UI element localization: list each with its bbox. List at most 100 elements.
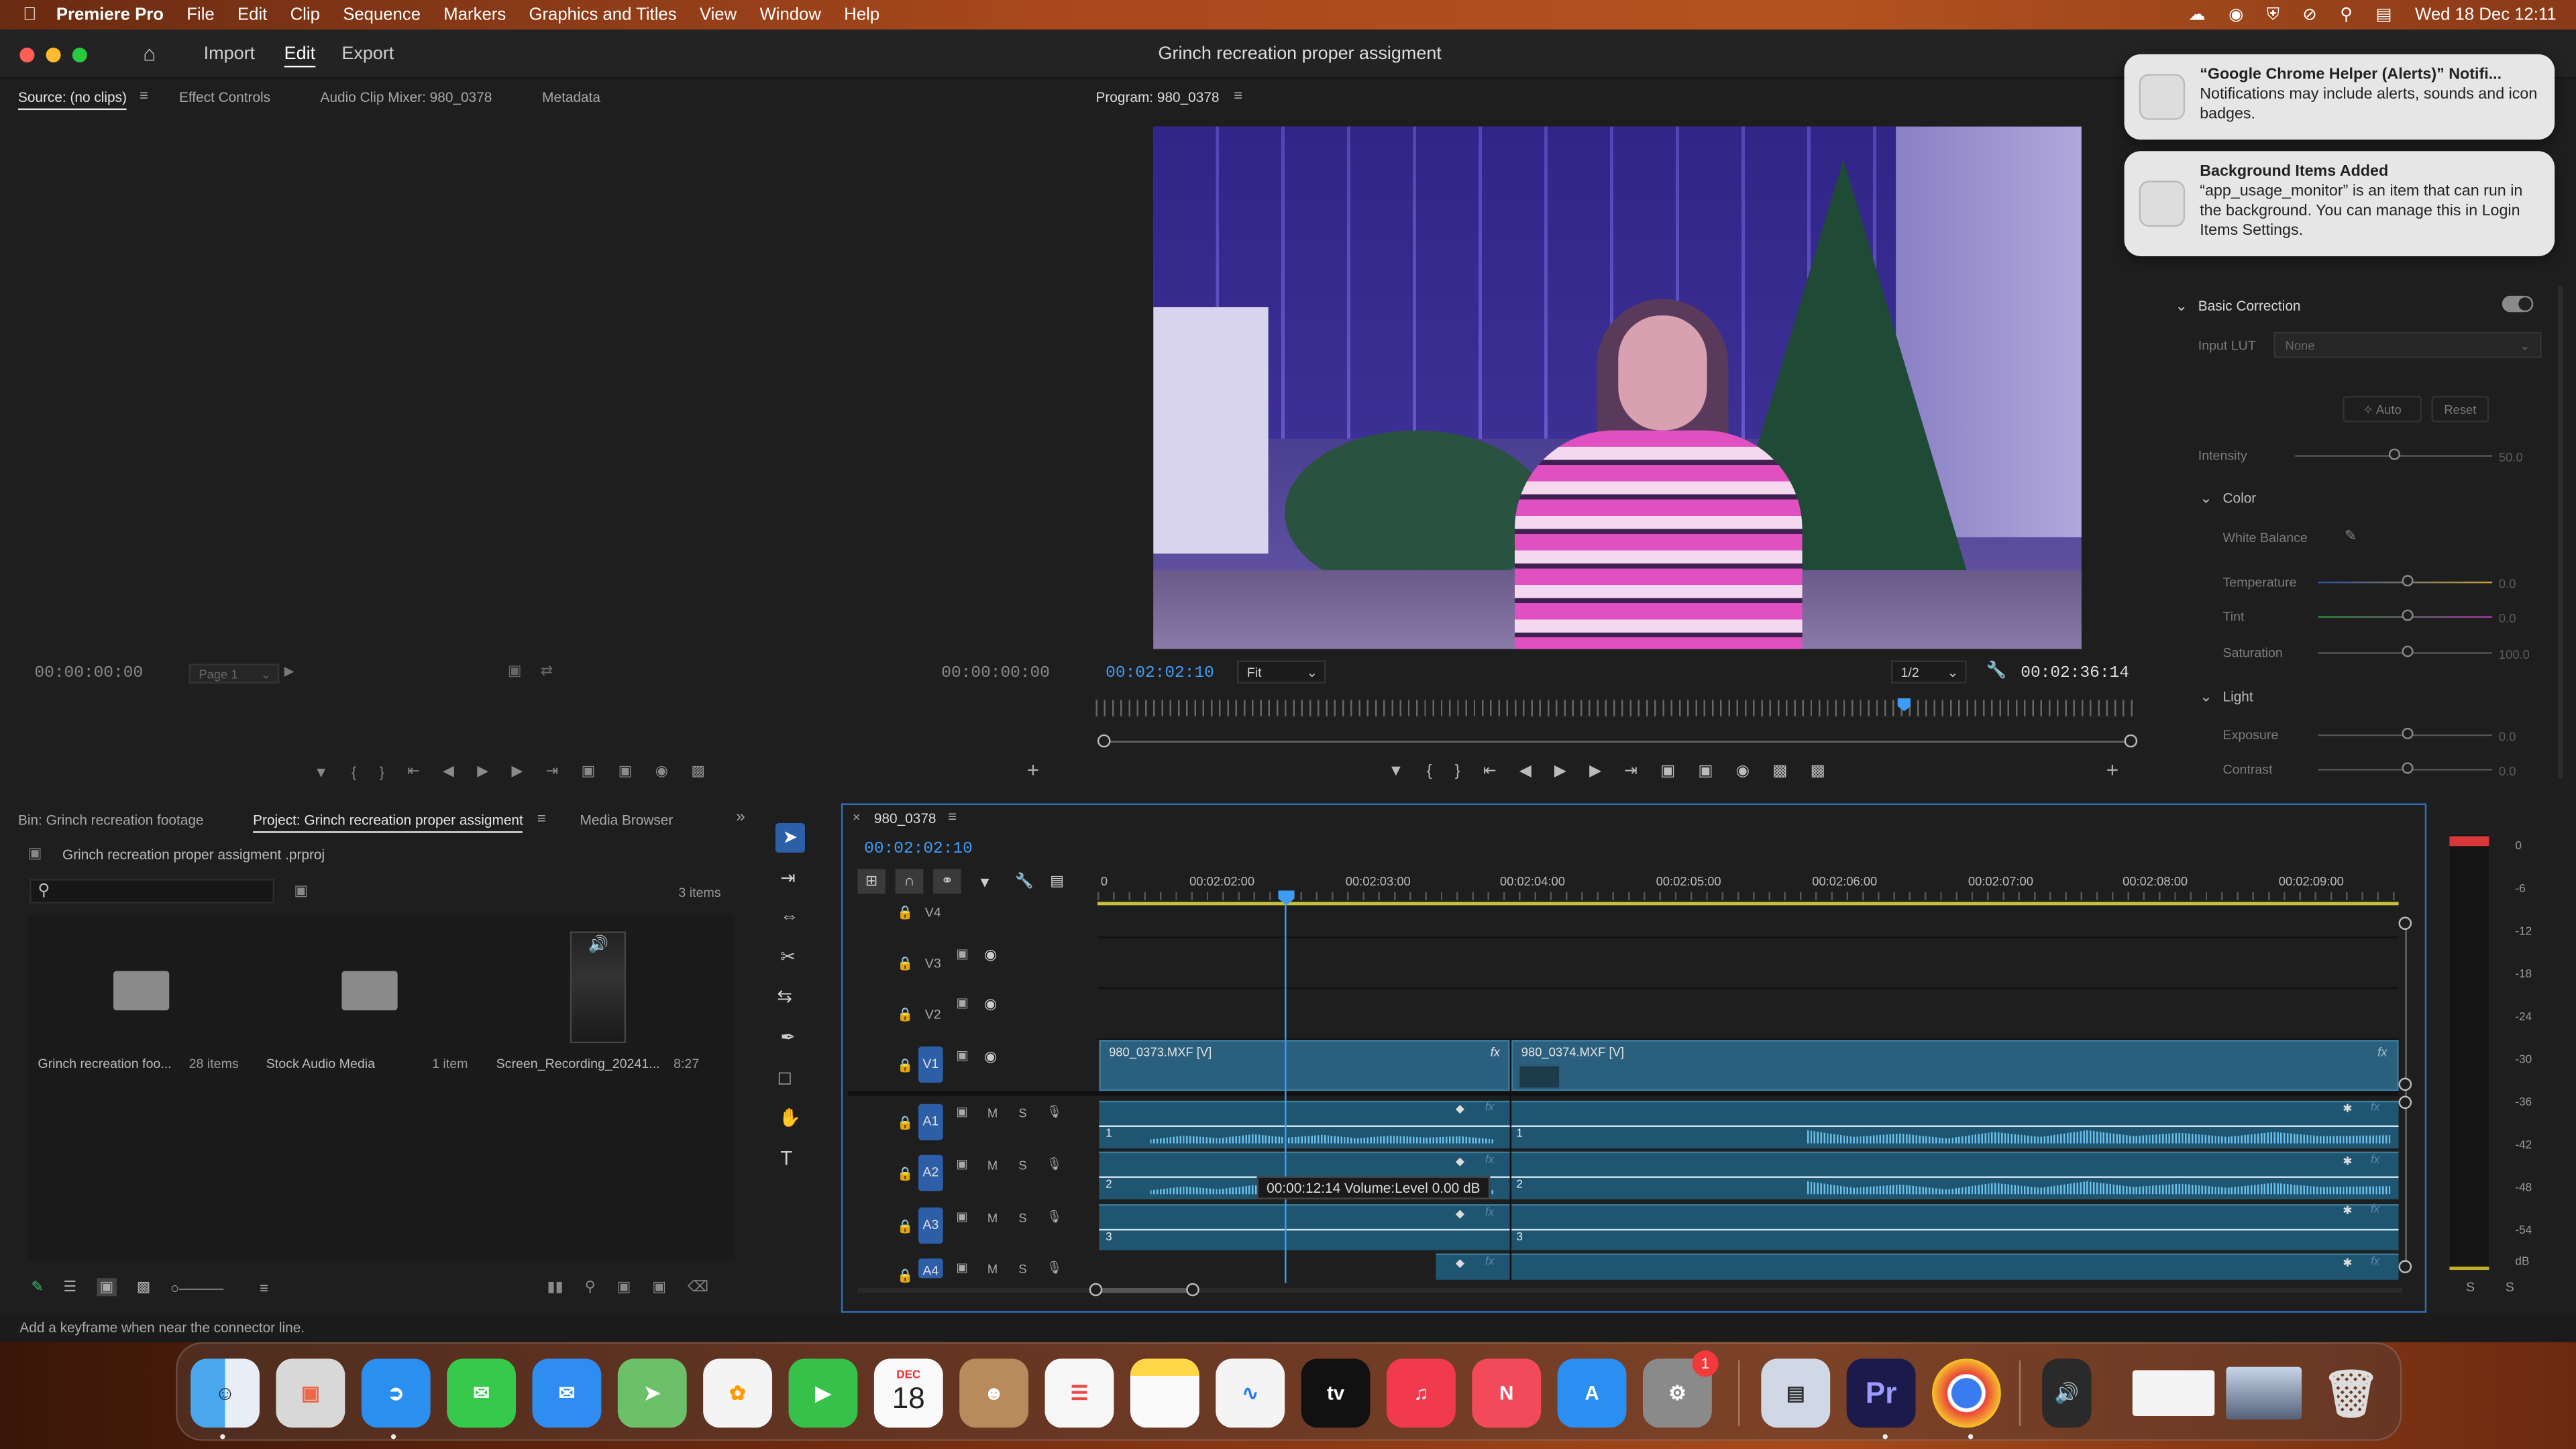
mic-icon[interactable]: 🎙 — [1046, 1104, 1062, 1119]
snap-magnet-icon[interactable]: ∩ — [895, 869, 924, 894]
fx-badge[interactable]: fx — [2371, 1102, 2379, 1114]
play-arrow-icon[interactable]: ▶ — [284, 663, 294, 678]
razor-tool[interactable]: ✂ — [780, 947, 796, 967]
lock-icon[interactable]: 🔒 — [897, 1007, 913, 1022]
video-clip-980-0374[interactable]: 980_0374.MXF [V] fx — [1511, 1040, 2399, 1091]
audio-clip-a3-right[interactable] — [1511, 1204, 2399, 1250]
vpn-shield-icon[interactable]: ⛨ — [2267, 4, 2279, 25]
mute-button[interactable]: M — [987, 1211, 998, 1226]
search-bin-icon[interactable]: ▣ — [294, 882, 308, 900]
zoom-slider-knob[interactable]: ○——— — [170, 1279, 223, 1295]
fit-select[interactable]: Fit ⌄ — [1237, 660, 1326, 684]
auto-button[interactable]: ✧ Auto — [2343, 396, 2422, 423]
extract-icon[interactable]: ▣ — [1698, 762, 1713, 780]
program-video-frame[interactable] — [1153, 126, 2082, 649]
mic-icon[interactable]: 🎙 — [1046, 1157, 1062, 1171]
export-frame-icon[interactable]: ◉ — [1736, 762, 1750, 780]
tab-effect-controls[interactable]: Effect Controls — [179, 89, 270, 105]
apple-tv-icon[interactable]: tv — [1301, 1358, 1371, 1428]
step-back-icon[interactable]: ◀ — [1519, 762, 1532, 780]
step-forward-icon[interactable]: ▶ — [1589, 762, 1601, 780]
tab-edit[interactable]: Edit — [284, 44, 316, 68]
tab-source[interactable]: Source: (no clips) — [17, 89, 127, 111]
panel-menu-icon[interactable]: ≡ — [1234, 87, 1242, 103]
safari-icon[interactable]: ➲ — [361, 1358, 431, 1428]
calendar-icon[interactable]: DEC 18 — [873, 1358, 943, 1428]
freeform-icon[interactable]: ∿ — [1216, 1358, 1285, 1428]
exposure-slider-knob[interactable] — [2402, 727, 2414, 740]
fx-badge[interactable]: fx — [1485, 1102, 1494, 1114]
control-center-icon[interactable]: ▤ — [2375, 5, 2392, 24]
project-search-input[interactable]: ⚲ — [30, 879, 274, 904]
solo-left-button[interactable]: S — [2466, 1280, 2475, 1295]
chrome-icon[interactable] — [1932, 1358, 2001, 1428]
more-tabs-icon[interactable]: » — [736, 808, 745, 826]
solo-button[interactable]: S — [1018, 1106, 1026, 1120]
eyedropper-icon[interactable]: ✎ — [2345, 527, 2357, 545]
tab-audio-clip-mixer[interactable]: Audio Clip Mixer: 980_0378 — [321, 89, 492, 105]
tab-bin[interactable]: Bin: Grinch recreation footage — [18, 812, 204, 828]
contrast-slider-knob[interactable] — [2402, 762, 2414, 774]
item-name[interactable]: Screen_Recording_20241... — [496, 1057, 660, 1071]
lock-icon[interactable]: 🔒 — [897, 1058, 913, 1073]
resolution-select[interactable]: 1/2 ⌄ — [1890, 660, 1967, 684]
scroll-handle[interactable] — [2398, 1095, 2412, 1110]
zoom-handle-right[interactable] — [1186, 1283, 1199, 1297]
lock-icon[interactable]: 🔒 — [897, 1116, 913, 1130]
icon-view-icon[interactable]: ▣ — [96, 1278, 117, 1297]
fx-badge[interactable]: fx — [2371, 1256, 2379, 1268]
find-icon[interactable]: ⚲ — [585, 1278, 596, 1296]
saturation-slider-knob[interactable] — [2402, 645, 2414, 657]
pin-icon[interactable]: ✱ — [2343, 1155, 2352, 1168]
overwrite-clip-icon[interactable]: ▣ — [619, 762, 633, 780]
tint-slider-knob[interactable] — [2402, 609, 2414, 621]
fx-badge[interactable]: fx — [1491, 1045, 1500, 1060]
sync-icon[interactable]: ◉ — [2229, 5, 2243, 24]
lock-icon[interactable]: 🔒 — [897, 1219, 913, 1234]
tab-program[interactable]: Program: 980_0378 — [1095, 89, 1219, 105]
exposure-value[interactable]: 0.0 — [2499, 729, 2516, 744]
lock-icon[interactable]: 🔒 — [897, 905, 913, 920]
screen-recording-thumbnail[interactable]: 🔊 — [570, 931, 627, 1044]
work-area-bar[interactable] — [1097, 902, 2399, 906]
tab-project[interactable]: Project: Grinch recreation proper assigm… — [253, 812, 523, 833]
collapse-chevron-icon[interactable]: ⌄ — [2200, 490, 2212, 508]
list-view-icon[interactable]: ☰ — [63, 1278, 76, 1296]
lock-icon[interactable]: 🔒 — [897, 1167, 913, 1181]
step-back-icon[interactable]: ◀ — [443, 762, 454, 780]
wifi-off-icon[interactable]: ⊘ — [2302, 5, 2317, 24]
panel-scrollbar[interactable] — [2558, 286, 2563, 779]
premiere-pro-icon[interactable]: Pr — [1846, 1358, 1916, 1428]
mute-button[interactable]: M — [987, 1159, 998, 1173]
item-name[interactable]: Grinch recreation foo... — [38, 1057, 171, 1071]
zoom-handle-left[interactable] — [1097, 734, 1111, 748]
maps-icon[interactable]: ➤ — [617, 1358, 687, 1428]
zoom-window-button[interactable] — [72, 48, 87, 63]
mute-button[interactable]: M — [987, 1262, 998, 1277]
lock-icon[interactable]: 🔒 — [897, 1269, 913, 1283]
pin-icon[interactable]: ✱ — [2343, 1204, 2352, 1218]
video-clip-980-0373[interactable]: 980_0373.MXF [V] fx — [1099, 1040, 1510, 1091]
apple-icon[interactable]:  — [23, 5, 36, 24]
settings-icon[interactable]: ▣ — [508, 662, 522, 680]
menu-sequence[interactable]: Sequence — [343, 5, 421, 24]
button-editor-icon[interactable]: ▩ — [691, 762, 705, 780]
trash-icon[interactable]: 🗑 — [2316, 1358, 2385, 1428]
audio-clip-a3-left[interactable] — [1099, 1204, 1510, 1250]
track-label-v3[interactable]: V3 — [925, 956, 941, 971]
finder-icon[interactable]: ☺ — [191, 1358, 260, 1428]
play-icon[interactable]: ▶ — [477, 762, 488, 780]
keyframe-icon[interactable]: ◆ — [1456, 1155, 1464, 1168]
menu-view[interactable]: View — [700, 5, 737, 24]
track-label-a2[interactable]: A2 — [918, 1155, 943, 1191]
fx-badge[interactable]: fx — [1485, 1208, 1494, 1219]
contacts-icon[interactable]: ☻ — [959, 1358, 1029, 1428]
track-label-v1[interactable]: V1 — [918, 1046, 943, 1083]
recent-phone-file-icon[interactable]: 🔊 — [2042, 1358, 2092, 1428]
home-icon[interactable]: ⌂ — [143, 41, 156, 66]
notification-chrome-helper[interactable]: “Google Chrome Helper (Alerts)” Notifi..… — [2124, 54, 2555, 140]
sync-lock-icon[interactable]: ▣ — [956, 1209, 967, 1224]
step-forward-icon[interactable]: ▶ — [511, 762, 523, 780]
volume-rubber-band[interactable] — [1099, 1125, 2399, 1128]
intensity-value[interactable]: 50.0 — [2499, 450, 2523, 465]
